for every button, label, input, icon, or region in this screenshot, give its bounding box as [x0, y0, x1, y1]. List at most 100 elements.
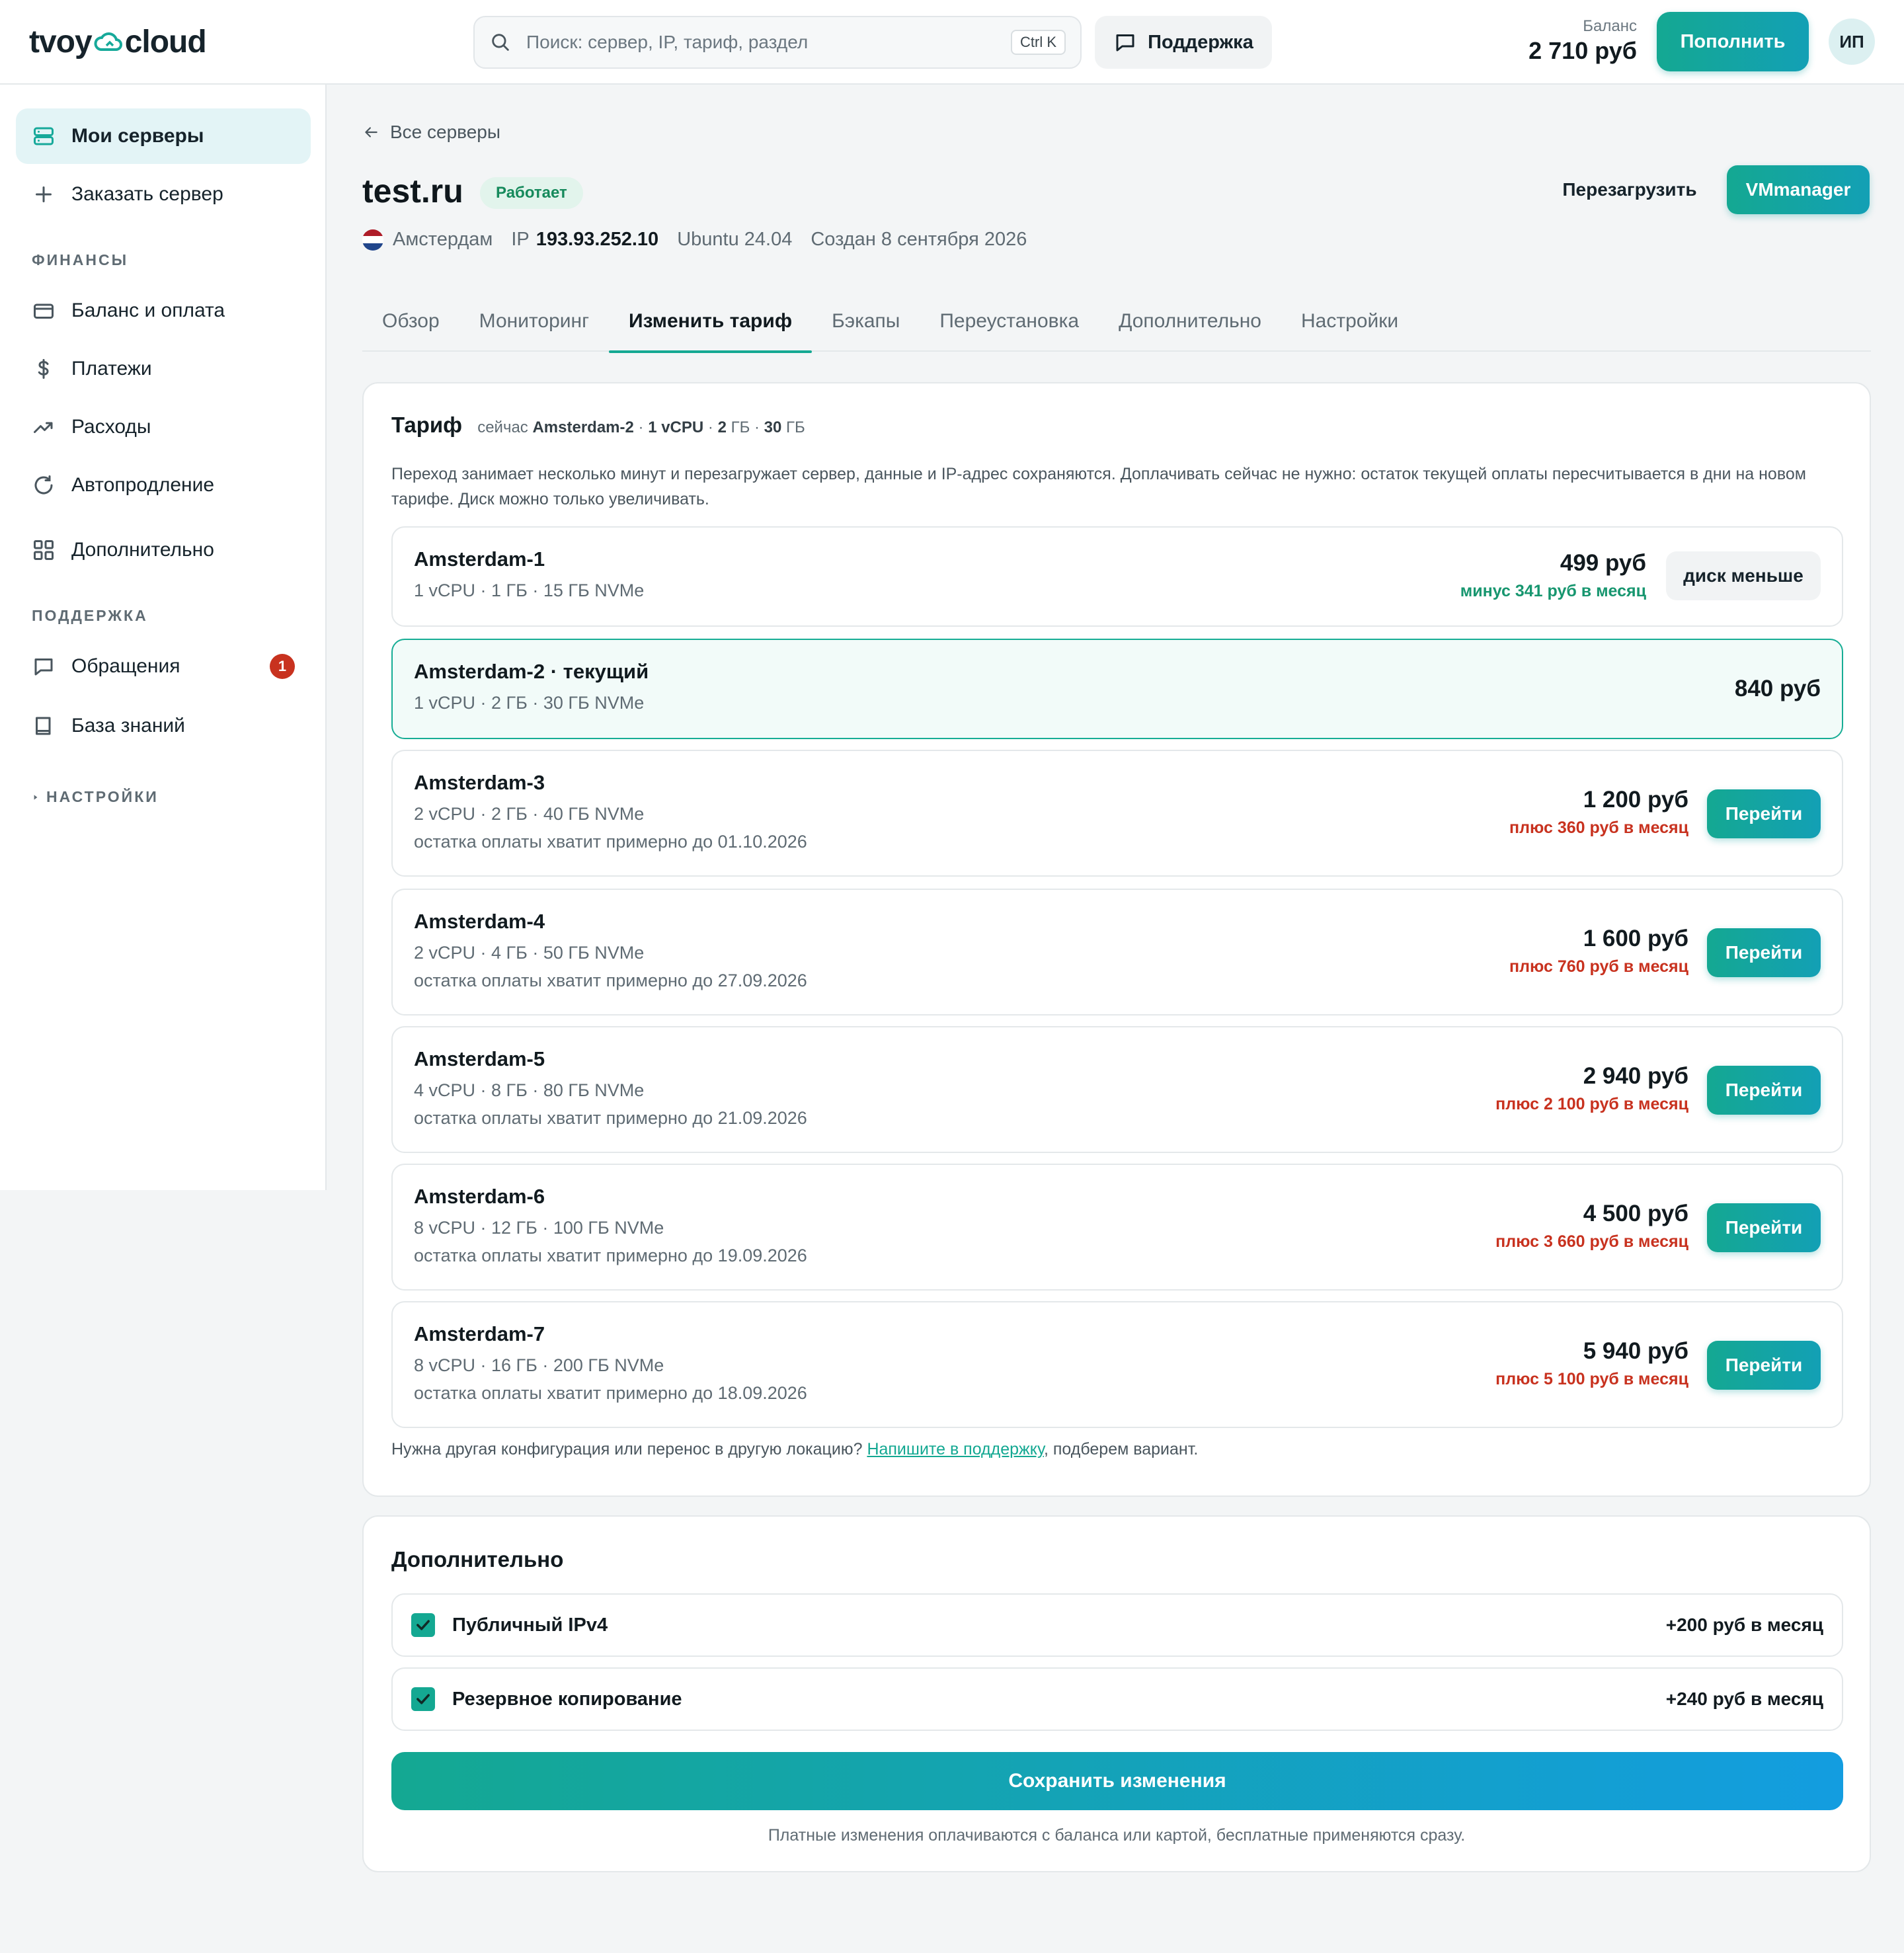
server-location: Амстердам: [393, 229, 493, 250]
search-input[interactable]: Поиск: сервер, IP, тариф, раздел Ctrl K: [473, 16, 1082, 69]
support-button[interactable]: Поддержка: [1095, 16, 1272, 69]
topup-button[interactable]: Пополнить: [1657, 12, 1809, 71]
plan-note: остатка оплаты хватит примерно до 21.09.…: [414, 1108, 807, 1128]
option-price: +200 руб в месяц: [1665, 1614, 1823, 1635]
grid-icon: [34, 540, 54, 560]
search-icon: [492, 34, 509, 51]
save-changes-button[interactable]: Сохранить изменения: [391, 1752, 1843, 1810]
plan-row: Amsterdam-3 2 vCPU · 2 ГБ · 40 ГБ NVMe о…: [391, 750, 1843, 877]
sidebar-item-label: Расходы: [71, 416, 151, 438]
ip-label: IP: [511, 229, 530, 250]
sidebar-item-order-server[interactable]: Заказать сервер: [16, 167, 311, 222]
plan-price: 840 руб: [1734, 676, 1821, 701]
sidebar-section-settings[interactable]: НАСТРОЙКИ: [32, 788, 159, 806]
option-backup[interactable]: Резервное копирование +240 руб в месяц: [391, 1667, 1843, 1731]
contact-support-link[interactable]: Напишите в поддержку: [867, 1440, 1044, 1458]
plan-name: Amsterdam-3: [414, 771, 545, 794]
plan-price-diff: плюс 5 100 руб в месяц: [1495, 1370, 1688, 1388]
server-icon: [34, 127, 54, 145]
plan-spec: 2 vCPU · 2 ГБ · 40 ГБ NVMe: [414, 804, 645, 824]
switch-plan-button[interactable]: Перейти: [1707, 1341, 1821, 1390]
back-link[interactable]: Все серверы: [362, 122, 500, 143]
now-disk-unit: ГБ: [786, 418, 805, 436]
sidebar-item-balance[interactable]: Баланс и оплата: [16, 283, 311, 339]
sidebar-item-knowledge[interactable]: База знаний: [16, 698, 311, 754]
tab-settings[interactable]: Настройки: [1281, 291, 1418, 352]
plan-spec: 2 vCPU · 4 ГБ · 50 ГБ NVMe: [414, 943, 645, 963]
plan-note: остатка оплаты хватит примерно до 27.09.…: [414, 971, 807, 990]
plan-price: 1 200 руб: [1583, 787, 1688, 813]
plan-note: остатка оплаты хватит примерно до 01.10.…: [414, 832, 807, 852]
plan-row: Amsterdam-7 8 vCPU · 16 ГБ · 200 ГБ NVMe…: [391, 1301, 1843, 1428]
plan-row: Amsterdam-6 8 vCPU · 12 ГБ · 100 ГБ NVMe…: [391, 1164, 1843, 1291]
sidebar-item-tickets[interactable]: Обращения 1: [16, 639, 311, 694]
page-title: test.ru: [362, 173, 463, 210]
plan-name: Amsterdam-1: [414, 547, 545, 571]
sidebar-item-my-servers[interactable]: Мои серверы: [16, 108, 311, 164]
plan-row-current: Amsterdam-2 · текущий 1 vCPU · 2 ГБ · 30…: [391, 639, 1843, 739]
plan-price-diff: плюс 360 руб в месяц: [1509, 818, 1688, 837]
plan-row: Amsterdam-1 1 vCPU · 1 ГБ · 15 ГБ NVMe 4…: [391, 526, 1843, 627]
sidebar-item-label: Дополнительно: [71, 539, 214, 561]
plan-spec: 1 vCPU · 2 ГБ · 30 ГБ NVMe: [414, 693, 645, 713]
switch-plan-button[interactable]: Перейти: [1707, 1066, 1821, 1115]
check-icon: [416, 1620, 430, 1630]
plan-row: Amsterdam-4 2 vCPU · 4 ГБ · 50 ГБ NVMe о…: [391, 889, 1843, 1016]
sidebar-item-label: Обращения: [71, 655, 180, 677]
refresh-icon: [34, 475, 53, 495]
reboot-button[interactable]: Перезагрузить: [1547, 165, 1712, 214]
switch-plan-button[interactable]: Перейти: [1707, 789, 1821, 838]
chat-icon: [1116, 34, 1134, 52]
vmmanager-button[interactable]: VMmanager: [1727, 165, 1870, 214]
sidebar-item-extra[interactable]: Дополнительно: [16, 522, 311, 578]
balance-value: 2 710 руб: [1528, 37, 1637, 64]
plan-spec: 8 vCPU · 12 ГБ · 100 ГБ NVMe: [414, 1218, 664, 1238]
tab-change-tariff[interactable]: Изменить тариф: [609, 291, 813, 353]
tariff-card: Тариф сейчас Amsterdam-2 · 1 vCPU · 2 ГБ…: [362, 382, 1871, 1497]
plan-note: остатка оплаты хватит примерно до 18.09.…: [414, 1383, 807, 1403]
logo[interactable]: tvoy cloud: [29, 24, 207, 60]
now-cpu: 1 vCPU: [648, 418, 704, 436]
settings-section-label: НАСТРОЙКИ: [46, 788, 159, 805]
sidebar-item-label: Платежи: [71, 358, 152, 379]
support-label: Поддержка: [1148, 31, 1253, 53]
chat-icon: [34, 658, 53, 676]
tariff-description: Переход занимает несколько минут и перез…: [391, 465, 1806, 508]
plan-price: 4 500 руб: [1583, 1201, 1688, 1226]
sidebar-item-autorenew[interactable]: Автопродление: [16, 458, 311, 513]
option-public-ipv4[interactable]: Публичный IPv4 +200 руб в месяц: [391, 1593, 1843, 1657]
switch-plan-button[interactable]: Перейти: [1707, 928, 1821, 977]
checkbox-checked[interactable]: [411, 1613, 435, 1637]
now-disk-num: 30: [764, 418, 782, 436]
plan-price-diff: плюс 3 660 руб в месяц: [1495, 1232, 1688, 1251]
switch-plan-button[interactable]: Перейти: [1707, 1203, 1821, 1252]
tickets-count-badge: 1: [270, 654, 295, 679]
back-label: Все серверы: [390, 122, 501, 142]
plan-price-diff: плюс 2 100 руб в месяц: [1495, 1095, 1688, 1113]
tab-extra[interactable]: Дополнительно: [1099, 291, 1281, 352]
book-icon: [36, 717, 51, 735]
tab-overview[interactable]: Обзор: [362, 291, 459, 352]
sidebar-item-expenses[interactable]: Расходы: [16, 399, 311, 455]
extras-title: Дополнительно: [391, 1547, 564, 1572]
plan-row: Amsterdam-5 4 vCPU · 8 ГБ · 80 ГБ NVMe о…: [391, 1026, 1843, 1153]
status-badge: Работает: [480, 177, 583, 209]
plan-note: остатка оплаты хватит примерно до 19.09.…: [414, 1246, 807, 1265]
avatar[interactable]: ИП: [1829, 19, 1875, 65]
sidebar-item-label: Автопродление: [71, 474, 215, 496]
plan-price: 1 600 руб: [1583, 926, 1688, 951]
arrow-left-icon: [365, 127, 377, 138]
now-ram-unit: ГБ: [731, 418, 750, 436]
tab-monitoring[interactable]: Мониторинг: [459, 291, 609, 352]
sidebar-item-payments[interactable]: Платежи: [16, 341, 311, 397]
tab-reinstall[interactable]: Переустановка: [920, 291, 1099, 352]
checkbox-checked[interactable]: [411, 1687, 435, 1711]
plan-name: Amsterdam-4: [414, 910, 545, 933]
option-price: +240 руб в месяц: [1665, 1689, 1823, 1709]
sidebar-item-label: Мои серверы: [71, 125, 204, 147]
search-placeholder: Поиск: сервер, IP, тариф, раздел: [526, 32, 809, 52]
now-plan: Amsterdam-2: [532, 418, 634, 436]
disk-smaller-button: диск меньше: [1666, 551, 1821, 600]
plan-name: Amsterdam-7: [414, 1322, 545, 1345]
tab-backups[interactable]: Бэкапы: [812, 291, 920, 352]
